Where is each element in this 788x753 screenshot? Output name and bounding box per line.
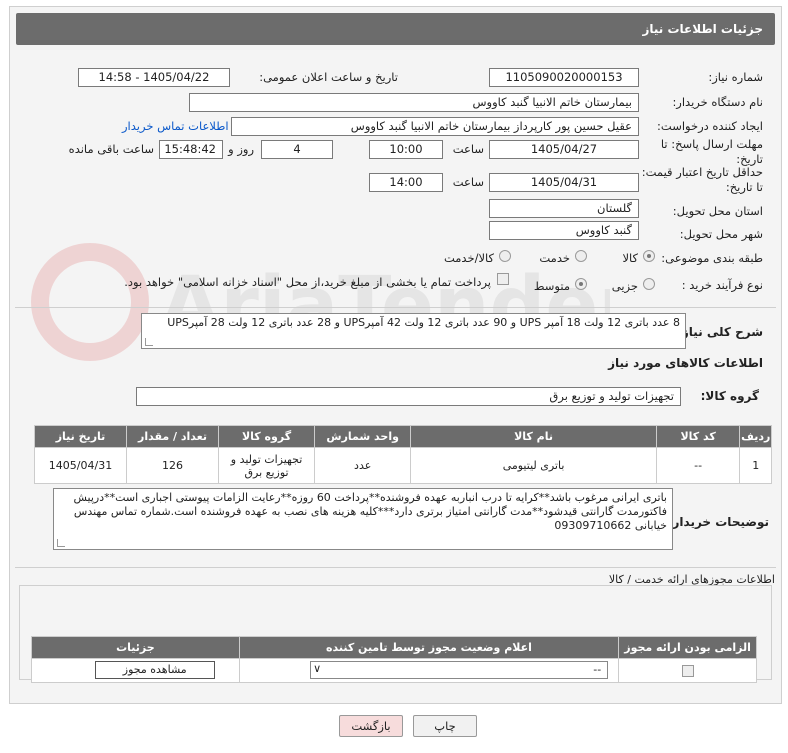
view-license-button[interactable]: مشاهده مجوز	[94, 661, 215, 679]
cell-date: 1405/04/31	[33, 447, 128, 484]
send-deadline-label: مهلت ارسال پاسخ: تا	[660, 137, 763, 151]
col-license-status: اعلام وضعیت مجوز توسط تامین کننده	[238, 636, 620, 659]
goods-group-value: تجهیزات تولید و توزیع برق	[136, 387, 681, 406]
cell-license-details: مشاهده مجوز	[31, 658, 240, 683]
panel-title: جزئیات اطلاعات نیاز	[16, 13, 775, 45]
province-label: استان محل تحویل:	[672, 204, 763, 218]
resize-handle-icon[interactable]	[145, 338, 153, 346]
buyer-notes-label: توضیحات خریدار:	[667, 515, 769, 529]
remaining-label: ساعت باقی مانده	[68, 142, 154, 156]
process-radio-minor[interactable]	[643, 278, 655, 290]
divider	[15, 307, 776, 308]
col-name: نام کالا	[410, 425, 657, 448]
validity-time-label: ساعت	[452, 175, 484, 189]
validity-date-value: 1405/04/31	[489, 173, 639, 192]
licenses-table: الزامی بودن ارائه مجوز اعلام وضعیت مجوز …	[31, 636, 757, 683]
cell-license-required	[618, 658, 757, 683]
goods-table: ردیف کد کالا نام کالا واحد شمارش گروه کا…	[33, 425, 772, 484]
buyer-org-label: نام دستگاه خریدار:	[672, 95, 763, 109]
validity-time-value: 14:00	[369, 173, 443, 192]
divider	[15, 567, 776, 568]
col-license-required: الزامی بودن ارائه مجوز	[618, 636, 757, 659]
goods-section-title: اطلاعات کالاهای مورد نیاز	[608, 356, 763, 370]
license-status-selected: --	[593, 663, 602, 676]
buyer-contact-link[interactable]: اطلاعات تماس خریدار	[122, 119, 229, 133]
resize-handle-icon[interactable]	[57, 539, 65, 547]
province-value: گلستان	[489, 199, 639, 218]
col-unit: واحد شمارش	[314, 425, 412, 448]
send-date-value: 1405/04/27	[489, 140, 639, 159]
chevron-down-icon: ∨	[313, 662, 322, 675]
process-option-medium: متوسط	[533, 279, 570, 293]
category-radio-goods[interactable]	[643, 250, 655, 262]
process-radio-medium[interactable]	[575, 278, 587, 290]
treasury-payment-checkbox[interactable]	[497, 273, 509, 285]
details-panel: جزئیات اطلاعات نیاز AriaTender.neT شماره…	[9, 6, 782, 704]
cell-code: --	[655, 447, 741, 484]
payment-note: پرداخت تمام یا بخشی از مبلغ خرید،از محل …	[124, 275, 491, 289]
validity-label: حداقل تاریخ اعتبار قیمت:	[641, 165, 763, 179]
description-label: شرح کلی نیاز:	[677, 325, 763, 339]
buyer-org-value: بیمارستان خاتم الانبیا گنبد کاووس	[189, 93, 639, 112]
description-textarea[interactable]: 8 عدد باتری 12 ولت 18 آمپر UPS و 90 عدد …	[141, 313, 686, 349]
print-button[interactable]: چاپ	[413, 715, 477, 737]
cell-row: 1	[739, 447, 772, 484]
process-option-minor: جزیی	[611, 279, 638, 293]
col-group: گروه کالا	[217, 425, 316, 448]
category-option-service: خدمت	[539, 251, 570, 265]
process-label: نوع فرآیند خرید :	[681, 278, 763, 292]
city-value: گنبد کاووس	[489, 221, 639, 240]
col-code: کد کالا	[655, 425, 741, 448]
category-radio-service[interactable]	[575, 250, 587, 262]
license-status-select[interactable]: ∨ --	[310, 661, 609, 679]
license-required-checkbox	[682, 665, 694, 677]
cell-group: تجهیزات تولید و توزیع برق	[217, 447, 316, 484]
cell-qty: 126	[126, 447, 219, 484]
col-date: تاریخ نیاز	[33, 425, 128, 448]
category-radio-goods-service[interactable]	[499, 250, 511, 262]
days-value: 4	[261, 140, 333, 159]
send-deadline-label-2: تاریخ:	[736, 152, 763, 166]
announce-value: 1405/04/22 - 14:58	[78, 68, 230, 87]
creator-value: عقیل حسین پور کارپرداز بیمارستان خاتم ال…	[231, 117, 639, 136]
col-license-details: جزئیات	[31, 636, 240, 659]
table-row: ∨ -- مشاهده مجوز	[31, 658, 757, 683]
announce-label: تاریخ و ساعت اعلان عمومی:	[259, 70, 398, 84]
city-label: شهر محل تحویل:	[679, 227, 763, 241]
send-time-label: ساعت	[452, 142, 484, 156]
col-qty: تعداد / مقدار	[126, 425, 219, 448]
col-row: ردیف	[739, 425, 772, 448]
category-option-goods-service: کالا/خدمت	[443, 251, 494, 265]
send-time-value: 10:00	[369, 140, 443, 159]
description-text: 8 عدد باتری 12 ولت 18 آمپر UPS و 90 عدد …	[167, 316, 680, 329]
table-row: 1 -- باتری لیتیومی عدد تجهیزات تولید و ت…	[33, 447, 772, 484]
goods-group-label: گروه کالا:	[700, 389, 759, 403]
remaining-time-value: 15:48:42	[159, 140, 223, 159]
category-label: طبقه بندی موضوعی:	[661, 251, 763, 265]
cell-license-status: ∨ --	[238, 658, 620, 683]
cell-name: باتری لیتیومی	[410, 447, 657, 484]
cell-unit: عدد	[314, 447, 412, 484]
days-label: روز و	[228, 142, 254, 156]
creator-label: ایجاد کننده درخواست:	[657, 119, 763, 133]
buyer-notes-text: باتری ایرانی مرغوب باشد**کرایه تا درب ان…	[73, 491, 668, 532]
need-number-value: 1105090020000153	[489, 68, 639, 87]
buyer-notes-textarea[interactable]: باتری ایرانی مرغوب باشد**کرایه تا درب ان…	[53, 488, 673, 550]
need-number-label: شماره نیاز:	[708, 70, 763, 84]
category-option-goods: کالا	[622, 251, 638, 265]
back-button[interactable]: بازگشت	[339, 715, 403, 737]
validity-label-2: تا تاریخ:	[725, 180, 763, 194]
